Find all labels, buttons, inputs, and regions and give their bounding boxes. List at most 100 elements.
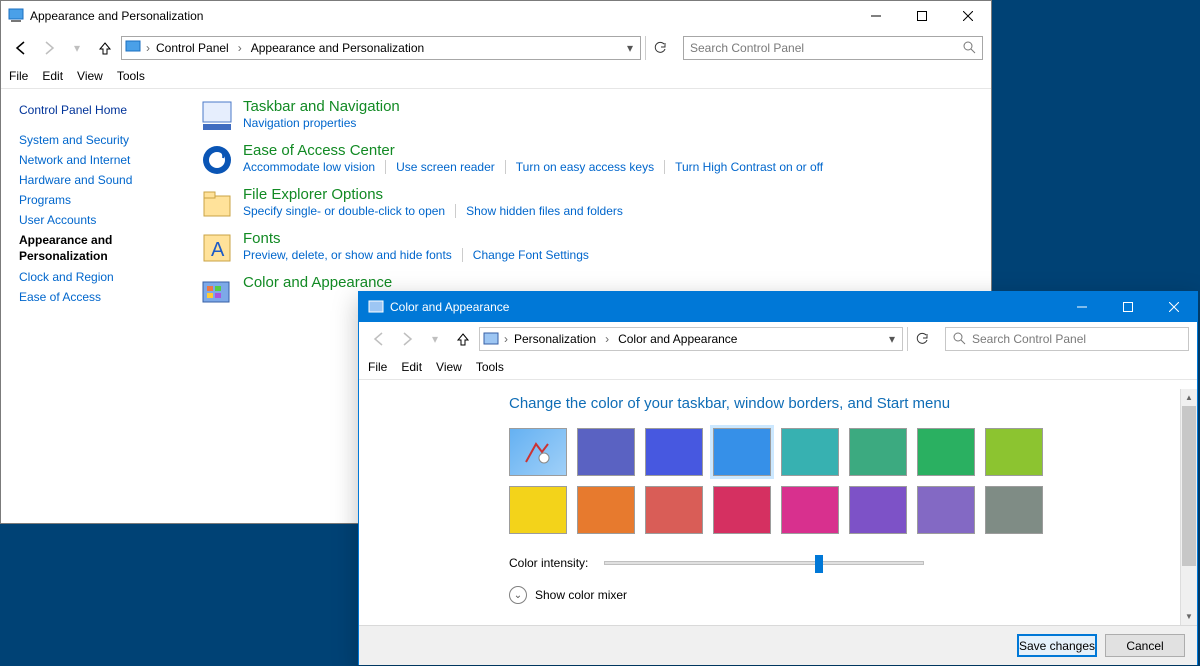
scroll-up-button[interactable]: ▲: [1181, 389, 1197, 406]
category-title[interactable]: Color and Appearance: [243, 274, 392, 291]
sidebar-item-system-security[interactable]: System and Security: [19, 130, 181, 150]
color-swatch[interactable]: [645, 428, 703, 476]
color-swatch[interactable]: [781, 428, 839, 476]
color-swatch-automatic[interactable]: [509, 428, 567, 476]
intensity-label: Color intensity:: [509, 556, 588, 570]
category-ease-access: Ease of Access Center Accommodate low vi…: [199, 142, 973, 178]
sidebar-item-hardware-sound[interactable]: Hardware and Sound: [19, 170, 181, 190]
link-turn-on-easy-access-keys[interactable]: Turn on easy access keys: [505, 160, 664, 174]
menu-file[interactable]: File: [9, 69, 28, 83]
link-use-screen-reader[interactable]: Use screen reader: [385, 160, 505, 174]
color-swatch[interactable]: [509, 486, 567, 534]
color-swatch[interactable]: [645, 486, 703, 534]
menu-edit[interactable]: Edit: [42, 69, 63, 83]
menu-view[interactable]: View: [77, 69, 103, 83]
sidebar-item-ease-access[interactable]: Ease of Access: [19, 287, 181, 307]
crumb-sep-icon[interactable]: [144, 41, 152, 55]
color-swatch[interactable]: [849, 428, 907, 476]
dialog-footer: Save changes Cancel: [359, 625, 1197, 665]
slider-thumb[interactable]: [815, 555, 823, 573]
close-button[interactable]: [945, 1, 991, 31]
category-title[interactable]: Taskbar and Navigation: [243, 98, 400, 115]
sidebar-item-home[interactable]: Control Panel Home: [19, 100, 181, 120]
crumb-sep-icon[interactable]: [502, 332, 510, 346]
close-button[interactable]: [1151, 292, 1197, 322]
color-swatch[interactable]: [577, 428, 635, 476]
forward-button[interactable]: [37, 36, 61, 60]
color-swatch[interactable]: [917, 486, 975, 534]
svg-text:A: A: [211, 239, 225, 261]
address-bar[interactable]: Control Panel Appearance and Personaliza…: [121, 36, 641, 60]
control-panel-icon: [122, 40, 144, 56]
refresh-button[interactable]: [645, 36, 673, 60]
address-dropdown-button[interactable]: ▾: [882, 332, 902, 346]
color-swatch[interactable]: [781, 486, 839, 534]
link-show-hidden-files[interactable]: Show hidden files and folders: [455, 204, 633, 218]
color-swatch[interactable]: [985, 428, 1043, 476]
link-turn-high-contrast[interactable]: Turn High Contrast on or off: [664, 160, 833, 174]
color-swatch[interactable]: [577, 486, 635, 534]
breadcrumb-item[interactable]: Control Panel: [152, 41, 233, 55]
breadcrumb-item[interactable]: Personalization: [510, 332, 600, 346]
menu-tools[interactable]: Tools: [476, 360, 504, 374]
category-title[interactable]: Fonts: [243, 230, 599, 247]
scrollbar-thumb[interactable]: [1182, 406, 1196, 566]
maximize-button[interactable]: [1105, 292, 1151, 322]
up-button[interactable]: [93, 36, 117, 60]
category-title[interactable]: File Explorer Options: [243, 186, 633, 203]
color-swatch[interactable]: [917, 428, 975, 476]
link-single-double-click[interactable]: Specify single- or double-click to open: [243, 204, 455, 218]
menu-edit[interactable]: Edit: [401, 360, 422, 374]
titlebar[interactable]: Color and Appearance: [359, 292, 1197, 322]
crumb-sep-icon[interactable]: [236, 41, 244, 55]
menu-view[interactable]: View: [436, 360, 462, 374]
back-button[interactable]: [9, 36, 33, 60]
color-swatch[interactable]: [849, 486, 907, 534]
sidebar-item-clock-region[interactable]: Clock and Region: [19, 267, 181, 287]
minimize-button[interactable]: [853, 1, 899, 31]
vertical-scrollbar[interactable]: ▲ ▼: [1180, 389, 1197, 625]
link-accommodate-low-vision[interactable]: Accommodate low vision: [243, 160, 385, 174]
intensity-slider[interactable]: [604, 561, 924, 565]
link-preview-fonts[interactable]: Preview, delete, or show and hide fonts: [243, 248, 462, 262]
category-title[interactable]: Ease of Access Center: [243, 142, 833, 159]
cancel-button[interactable]: Cancel: [1105, 634, 1185, 657]
color-swatch[interactable]: [713, 428, 771, 476]
taskbar-icon: [199, 98, 235, 134]
minimize-button[interactable]: [1059, 292, 1105, 322]
forward-button[interactable]: [395, 327, 419, 351]
search-input[interactable]: Search Control Panel: [945, 327, 1189, 351]
back-button[interactable]: [367, 327, 391, 351]
search-input[interactable]: Search Control Panel: [683, 36, 983, 60]
scroll-down-button[interactable]: ▼: [1181, 608, 1197, 625]
breadcrumb-item[interactable]: Color and Appearance: [614, 332, 741, 346]
menu-file[interactable]: File: [368, 360, 387, 374]
maximize-button[interactable]: [899, 1, 945, 31]
up-button[interactable]: [451, 327, 475, 351]
link-change-font-settings[interactable]: Change Font Settings: [462, 248, 599, 262]
breadcrumb-item[interactable]: Appearance and Personalization: [247, 41, 428, 55]
show-color-mixer-toggle[interactable]: ⌄ Show color mixer: [509, 586, 1150, 604]
recent-locations-button[interactable]: ▾: [65, 36, 89, 60]
intensity-row: Color intensity:: [509, 556, 1150, 570]
color-swatch[interactable]: [985, 486, 1043, 534]
category-taskbar-navigation: Taskbar and Navigation Navigation proper…: [199, 98, 973, 134]
sidebar-item-appearance-personalization[interactable]: Appearance andPersonalization: [19, 230, 181, 267]
link-navigation-properties[interactable]: Navigation properties: [243, 116, 366, 130]
search-placeholder: Search Control Panel: [690, 41, 804, 55]
menu-tools[interactable]: Tools: [117, 69, 145, 83]
sidebar-item-programs[interactable]: Programs: [19, 190, 181, 210]
recent-locations-button[interactable]: ▾: [423, 327, 447, 351]
category-fonts: A Fonts Preview, delete, or show and hid…: [199, 230, 973, 266]
titlebar[interactable]: Appearance and Personalization: [1, 1, 991, 31]
address-bar[interactable]: Personalization Color and Appearance ▾: [479, 327, 903, 351]
color-swatch[interactable]: [713, 486, 771, 534]
menubar: File Edit View Tools: [1, 65, 991, 87]
refresh-button[interactable]: [907, 327, 935, 351]
address-dropdown-button[interactable]: ▾: [620, 41, 640, 55]
save-changes-button[interactable]: Save changes: [1017, 634, 1097, 657]
sidebar-item-user-accounts[interactable]: User Accounts: [19, 210, 181, 230]
divider: [359, 379, 1197, 380]
crumb-sep-icon[interactable]: [603, 332, 611, 346]
sidebar-item-network-internet[interactable]: Network and Internet: [19, 150, 181, 170]
